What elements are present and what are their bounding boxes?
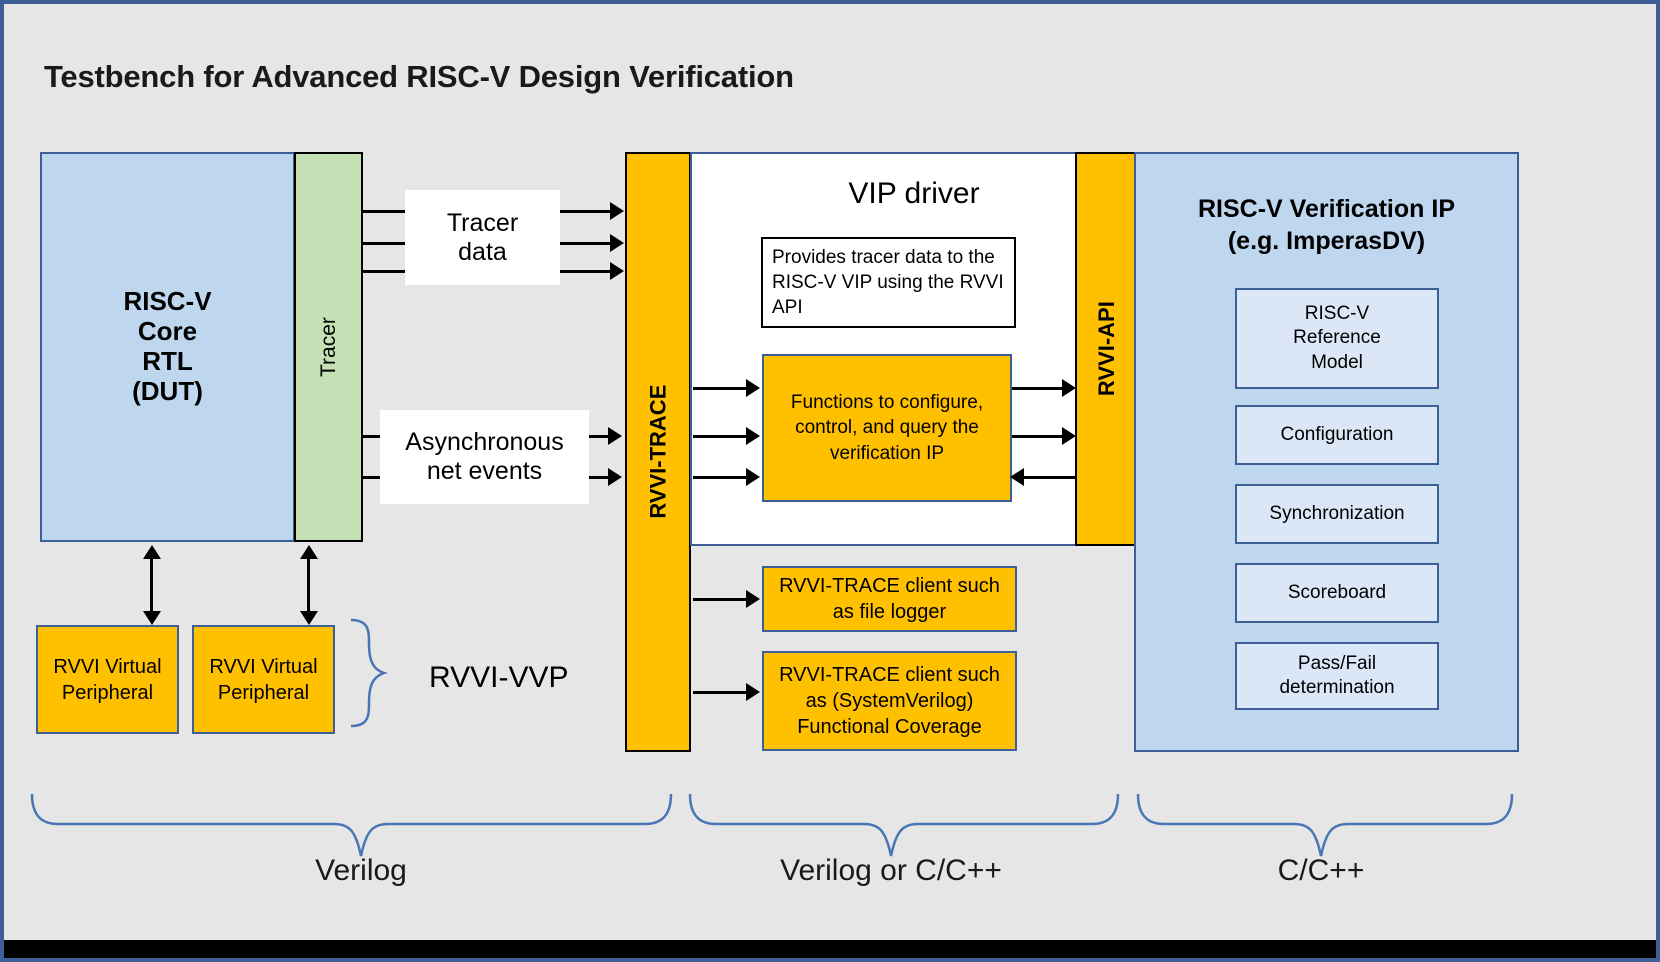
rvvi-vvp-label: RVVI-VVP (429, 661, 569, 694)
async-net-events-label: Asynchronous net events (405, 428, 564, 485)
trace-func-line-1 (693, 387, 747, 390)
rvvi-api-label: RVVI-API (1093, 301, 1119, 397)
func-api-line-1 (1012, 387, 1064, 390)
zone-label-verilog: Verilog (315, 853, 407, 887)
client2-arrowhead (746, 683, 760, 701)
tracer-block: Tracer (294, 152, 363, 542)
tracer-data-box: Tracer data (405, 190, 560, 285)
trace-client-file-logger: RVVI-TRACE client such as file logger (762, 566, 1017, 632)
trace-func-arrowhead-2 (746, 427, 760, 445)
func-api-line-2 (1012, 435, 1064, 438)
ip-box-reference-model: RISC-V Reference Model (1235, 288, 1439, 389)
brace-rvvi-vvp (350, 618, 388, 728)
ip-box-synchronization: Synchronization (1235, 484, 1439, 544)
ip-box-scoreboard: Scoreboard (1235, 563, 1439, 623)
vip-driver-note-box: Provides tracer data to the RISC-V VIP u… (761, 237, 1016, 328)
page-title: Testbench for Advanced RISC-V Design Ver… (44, 59, 794, 94)
vp2-arrow-down (300, 611, 318, 625)
ip-box-label: Pass/Fail determination (1279, 652, 1395, 698)
trace-func-line-3 (693, 476, 747, 479)
tracerdata-arrowhead-1 (610, 202, 624, 220)
async-arrowhead-2 (608, 468, 622, 486)
tracerdata-arrow-line-3 (560, 270, 610, 273)
trace-client-functional-coverage: RVVI-TRACE client such as (SystemVerilog… (762, 651, 1017, 751)
vip-driver-title: VIP driver (848, 176, 980, 210)
vp2-arrow-shaft (307, 557, 310, 613)
trace-client-label: RVVI-TRACE client such as file logger (779, 575, 1000, 623)
vp1-arrow-shaft (150, 557, 153, 613)
virtual-peripheral-label: RVVI Virtual Peripheral (53, 655, 162, 704)
brace-verilog (30, 793, 673, 857)
tracer-line-3 (363, 270, 406, 273)
rvvi-virtual-peripheral-1: RVVI Virtual Peripheral (36, 625, 179, 734)
tracer-data-label: Tracer data (446, 208, 519, 266)
async-arrowhead-1 (608, 427, 622, 445)
diagram-canvas: Testbench for Advanced RISC-V Design Ver… (0, 0, 1660, 962)
rvvi-trace-bar: RVVI-TRACE (625, 152, 691, 752)
rvvi-virtual-peripheral-2: RVVI Virtual Peripheral (192, 625, 335, 734)
api-func-line-3 (1024, 476, 1076, 479)
tracerdata-arrowhead-3 (610, 262, 624, 280)
trace-func-arrowhead-1 (746, 379, 760, 397)
zone-label-cpp: C/C++ (1277, 853, 1365, 887)
vp1-arrow-down (143, 611, 161, 625)
tracerdata-arrow-line-2 (560, 242, 610, 245)
ip-box-label: Synchronization (1269, 502, 1405, 524)
riscv-core-dut-block: RISC-V Core RTL (DUT) (40, 152, 295, 542)
tracerdata-arrow-line-1 (560, 210, 610, 213)
ip-box-label: Configuration (1280, 423, 1394, 445)
brace-cpp (1136, 793, 1514, 857)
rvvi-api-bar: RVVI-API (1075, 152, 1137, 546)
vip-driver-note-text: Provides tracer data to the RISC-V VIP u… (772, 246, 1004, 319)
zone-label-verilog-or-cpp: Verilog or C/C++ (780, 853, 1002, 887)
tracer-line-1 (363, 210, 406, 213)
client1-arrowhead (746, 590, 760, 608)
trace-client-label: RVVI-TRACE client such as (SystemVerilog… (779, 664, 1000, 738)
api-func-arrowhead-3 (1010, 468, 1024, 486)
tracer-label: Tracer (316, 317, 340, 377)
verification-ip-title-label: RISC-V Verification IP (e.g. ImperasDV) (1197, 194, 1455, 256)
verification-ip-title: RISC-V Verification IP (e.g. ImperasDV) (1134, 192, 1519, 258)
virtual-peripheral-label: RVVI Virtual Peripheral (209, 655, 318, 704)
bottom-black-bar (4, 940, 1656, 958)
vip-functions-label: Functions to configure, control, and que… (790, 391, 984, 464)
tracer-line-2 (363, 242, 406, 245)
vip-functions-box: Functions to configure, control, and que… (762, 354, 1012, 502)
brace-verilog-or-cpp (688, 793, 1120, 857)
riscv-core-dut-label: RISC-V Core RTL (DUT) (123, 286, 212, 406)
trace-func-arrowhead-3 (746, 468, 760, 486)
func-api-arrowhead-1 (1062, 379, 1076, 397)
trace-func-line-2 (693, 435, 747, 438)
tracerdata-arrowhead-2 (610, 234, 624, 252)
ip-box-pass-fail: Pass/Fail determination (1235, 642, 1439, 710)
async-net-events-box: Asynchronous net events (380, 410, 589, 504)
client2-line (693, 691, 747, 694)
rvvi-trace-label: RVVI-TRACE (645, 384, 671, 520)
ip-box-label: RISC-V Reference Model (1293, 303, 1381, 373)
client1-line (693, 598, 747, 601)
func-api-arrowhead-2 (1062, 427, 1076, 445)
ip-box-label: Scoreboard (1287, 581, 1387, 603)
ip-box-configuration: Configuration (1235, 405, 1439, 465)
